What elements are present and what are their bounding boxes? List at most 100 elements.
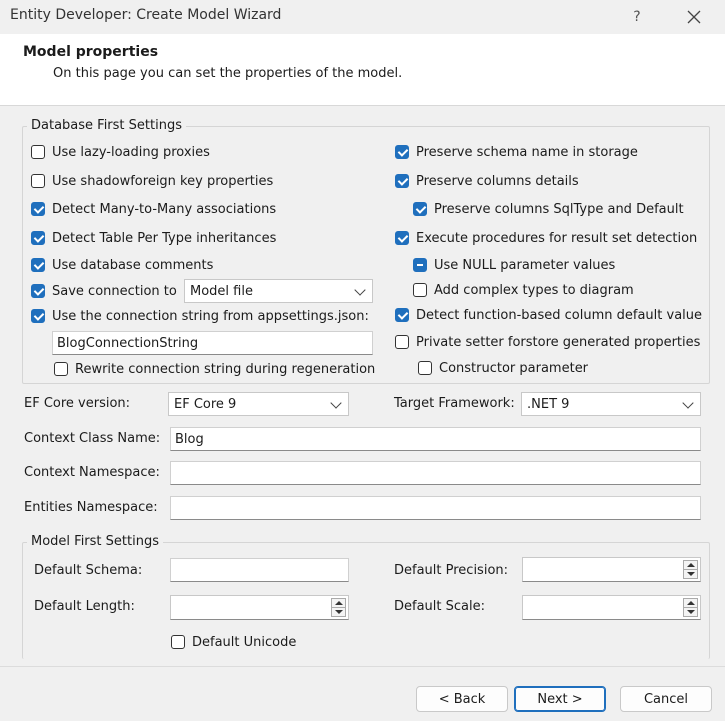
spin-buttons[interactable] (683, 598, 698, 617)
default-scale-stepper[interactable] (522, 595, 701, 620)
use-null-checkbox[interactable]: Use NULL parameter values (413, 256, 615, 274)
checkbox-unchecked-icon (171, 635, 185, 649)
preserve-schema-checkbox[interactable]: Preserve schema name in storage (395, 143, 638, 161)
window-title: Entity Developer: Create Model Wizard (10, 7, 282, 23)
checkbox-unchecked-icon (31, 145, 45, 159)
footer-divider (0, 666, 725, 667)
default-unicode-checkbox[interactable]: Default Unicode (171, 633, 296, 651)
page-subtitle: On this page you can set the properties … (53, 66, 403, 81)
ef-core-label: EF Core version: (24, 396, 131, 411)
ctx-ns-input[interactable] (170, 461, 701, 485)
preserve-sqltype-checkbox[interactable]: Preserve columns SqlType and Default (413, 200, 684, 218)
checkbox-checked-icon (31, 231, 45, 245)
checkbox-checked-icon (413, 202, 427, 216)
close-button[interactable] (672, 0, 716, 34)
exec-procs-checkbox[interactable]: Execute procedures for result set detect… (395, 229, 697, 247)
add-complex-label: Add complex types to diagram (434, 282, 634, 298)
checkbox-checked-icon (395, 145, 409, 159)
spin-buttons[interactable] (683, 560, 698, 579)
save-connection-select[interactable]: Model file (184, 279, 373, 303)
use-null-label: Use NULL parameter values (434, 257, 616, 273)
checkbox-checked-icon (395, 174, 409, 188)
ctx-class-value: Blog (175, 431, 204, 447)
chevron-down-icon (682, 397, 694, 409)
back-button[interactable]: < Back (416, 686, 508, 712)
checkbox-checked-icon (31, 284, 45, 298)
db-comments-checkbox[interactable]: Use database comments (31, 256, 213, 274)
checkbox-checked-icon (31, 258, 45, 272)
rewrite-connection-label: Rewrite connection string during regener… (75, 361, 376, 377)
checkbox-unchecked-icon (413, 283, 427, 297)
ef-core-select[interactable]: EF Core 9 (168, 392, 349, 416)
exec-procs-label: Execute procedures for result set detect… (416, 230, 698, 246)
private-setter-label: Private setter forstore generated proper… (416, 334, 701, 350)
detect-func-default-checkbox[interactable]: Detect function-based column default val… (395, 306, 702, 324)
preserve-columns-checkbox[interactable]: Preserve columns details (395, 172, 579, 190)
default-precision-label: Default Precision: (394, 563, 509, 578)
spin-up-icon[interactable] (687, 601, 695, 605)
save-connection-label: Save connection to (52, 283, 177, 299)
default-length-stepper[interactable] (170, 595, 349, 620)
ctx-ns-label: Context Namespace: (24, 465, 160, 480)
checkbox-indeterminate-icon (413, 258, 427, 272)
preserve-columns-label: Preserve columns details (416, 173, 579, 189)
default-length-label: Default Length: (34, 599, 135, 614)
default-schema-input[interactable] (170, 558, 349, 582)
spin-down-icon[interactable] (687, 610, 695, 614)
model-first-legend: Model First Settings (27, 534, 163, 549)
many-to-many-label: Detect Many-to-Many associations (52, 201, 277, 217)
default-schema-label: Default Schema: (34, 563, 143, 578)
ctx-class-label: Context Class Name: (24, 431, 161, 446)
db-first-legend: Database First Settings (27, 118, 186, 133)
ef-core-value: EF Core 9 (174, 396, 237, 412)
ent-ns-label: Entities Namespace: (24, 500, 158, 515)
many-to-many-checkbox[interactable]: Detect Many-to-Many associations (31, 200, 276, 218)
checkbox-checked-icon (31, 202, 45, 216)
checkbox-checked-icon (395, 231, 409, 245)
checkbox-checked-icon (395, 308, 409, 322)
chevron-down-icon (330, 397, 342, 409)
checkbox-unchecked-icon (395, 335, 409, 349)
default-unicode-label: Default Unicode (192, 634, 297, 650)
use-appsettings-checkbox[interactable]: Use the connection string from appsettin… (31, 307, 369, 325)
checkbox-unchecked-icon (31, 174, 45, 188)
tpt-checkbox[interactable]: Detect Table Per Type inheritances (31, 229, 276, 247)
ctx-class-input[interactable]: Blog (170, 427, 701, 451)
lazy-loading-checkbox[interactable]: Use lazy-loading proxies (31, 143, 210, 161)
spin-buttons[interactable] (331, 598, 346, 617)
default-precision-stepper[interactable] (522, 557, 701, 582)
help-button[interactable]: ? (620, 0, 654, 34)
save-connection-checkbox[interactable]: Save connection to (31, 282, 177, 300)
target-fw-label: Target Framework: (394, 396, 515, 411)
spin-up-icon[interactable] (687, 563, 695, 567)
ctor-param-checkbox[interactable]: Constructor parameter (418, 359, 588, 377)
checkbox-unchecked-icon (54, 362, 68, 376)
save-connection-value: Model file (190, 283, 253, 299)
lazy-loading-label: Use lazy-loading proxies (52, 144, 210, 160)
shadow-fk-label: Use shadowforeign key properties (52, 173, 274, 189)
spin-up-icon[interactable] (335, 601, 343, 605)
target-fw-select[interactable]: .NET 9 (521, 392, 701, 416)
use-appsettings-label: Use the connection string from appsettin… (52, 308, 369, 324)
detect-func-default-label: Detect function-based column default val… (416, 307, 703, 323)
ent-ns-input[interactable] (170, 496, 701, 520)
checkbox-unchecked-icon (418, 361, 432, 375)
cancel-button[interactable]: Cancel (620, 686, 712, 712)
shadow-fk-checkbox[interactable]: Use shadowforeign key properties (31, 172, 273, 190)
checkbox-checked-icon (31, 309, 45, 323)
spin-down-icon[interactable] (687, 572, 695, 576)
preserve-sqltype-label: Preserve columns SqlType and Default (434, 201, 684, 217)
ctor-param-label: Constructor parameter (439, 360, 589, 376)
connection-string-name-value: BlogConnectionString (57, 335, 199, 351)
spin-down-icon[interactable] (335, 610, 343, 614)
db-comments-label: Use database comments (52, 257, 214, 273)
chevron-down-icon (354, 284, 366, 296)
add-complex-checkbox[interactable]: Add complex types to diagram (413, 281, 634, 299)
close-icon (687, 10, 701, 24)
connection-string-name-input[interactable]: BlogConnectionString (52, 331, 373, 355)
private-setter-checkbox[interactable]: Private setter forstore generated proper… (395, 333, 700, 351)
preserve-schema-label: Preserve schema name in storage (416, 144, 638, 160)
default-scale-label: Default Scale: (394, 599, 485, 614)
rewrite-connection-checkbox[interactable]: Rewrite connection string during regener… (54, 360, 375, 378)
next-button[interactable]: Next > (514, 686, 606, 712)
